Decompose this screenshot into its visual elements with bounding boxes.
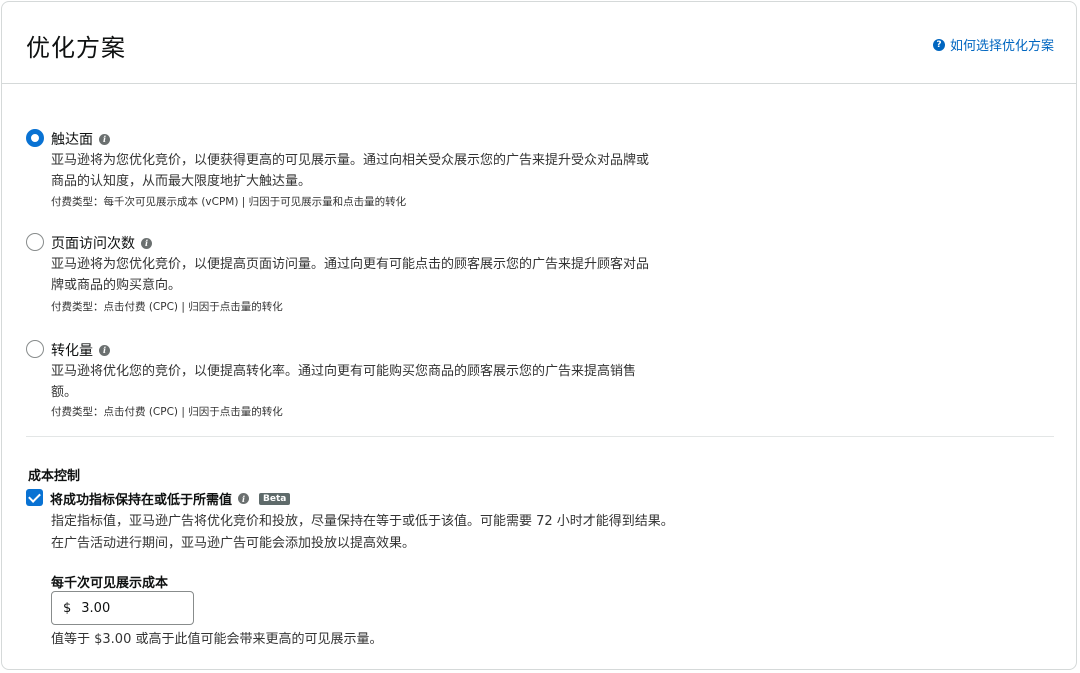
info-icon[interactable]: i (238, 493, 250, 504)
card-header: 优化方案 ? 如何选择优化方案 (2, 2, 1076, 84)
page-title: 优化方案 (26, 34, 126, 62)
cost-control-title: 成本控制 (28, 469, 81, 484)
help-link-label: 如何选择优化方案 (949, 39, 1054, 54)
option-description: 亚马逊将为您优化竞价，以便提高页面访问量。通过向更有可能点击的顾客展示您的广告来… (51, 254, 731, 296)
section-divider (26, 436, 1054, 437)
cost-control-description: 指定指标值，亚马逊广告将优化竞价和投放，尽量保持在等于或低于该值。可能需要 72… (51, 511, 811, 555)
info-icon[interactable]: i (141, 237, 152, 249)
vcpm-input[interactable] (81, 600, 162, 616)
option-description-line: 额。 (51, 385, 78, 400)
beta-badge: Beta (259, 492, 291, 505)
radio-page-visits[interactable] (26, 233, 44, 251)
info-icon[interactable]: i (99, 133, 110, 145)
option-description-line: 亚马逊将优化您的竞价，以便提高转化率。通过向更有可能购买您商品的顾客展示您的广告… (51, 364, 637, 379)
help-link[interactable]: ? 如何选择优化方案 (932, 35, 1054, 54)
radio-conversions[interactable] (26, 340, 44, 358)
cost-control-description-line: 指定指标值，亚马逊广告将优化竞价和投放，尽量保持在等于或低于该值。可能需要 72… (51, 514, 674, 529)
info-icon[interactable]: i (99, 344, 110, 356)
option-description: 亚马逊将为您优化竞价，以便获得更高的可见展示量。通过向相关受众展示您的广告来提升… (51, 150, 731, 192)
radio-reach[interactable] (26, 129, 44, 147)
option-description-line: 牌或商品的购买意向。 (51, 278, 182, 293)
option-billing-meta: 付费类型：点击付费 (CPC) | 归因于点击量的转化 (51, 301, 283, 313)
optimization-card: 优化方案 ? 如何选择优化方案 (1, 1, 1077, 670)
cost-control-checkbox[interactable] (26, 489, 43, 506)
vcpm-input-wrapper: $ (51, 591, 194, 625)
option-billing-meta: 付费类型：点击付费 (CPC) | 归因于点击量的转化 (51, 406, 283, 418)
cost-control-description-line: 在广告活动进行期间，亚马逊广告可能会添加投放以提高效果。 (51, 536, 416, 551)
checkbox-label: 将成功指标保持在或低于所需值 (50, 493, 233, 508)
option-description-line: 亚马逊将为您优化竞价，以便提高页面访问量。通过向更有可能点击的顾客展示您的广告来… (51, 257, 650, 272)
option-title: 触达面 (51, 132, 93, 148)
option-title: 页面访问次数 (51, 236, 135, 252)
question-circle-icon: ? (932, 38, 945, 51)
vcpm-field-label: 每千次可见展示成本 (51, 576, 169, 591)
currency-symbol: $ (63, 600, 72, 616)
option-billing-meta: 付费类型：每千次可见展示成本 (vCPM) | 归因于可见展示量和点击量的转化 (51, 196, 407, 208)
option-description-line: 商品的认知度，从而最大限度地扩大触达量。 (51, 174, 312, 189)
option-description: 亚马逊将优化您的竞价，以便提高转化率。通过向更有可能购买您商品的顾客展示您的广告… (51, 361, 731, 403)
option-title: 转化量 (51, 343, 93, 359)
option-description-line: 亚马逊将为您优化竞价，以便获得更高的可见展示量。通过向相关受众展示您的广告来提升… (51, 153, 650, 168)
vcpm-hint: 值等于 $3.00 或高于此值可能会带来更高的可见展示量。 (51, 632, 383, 647)
